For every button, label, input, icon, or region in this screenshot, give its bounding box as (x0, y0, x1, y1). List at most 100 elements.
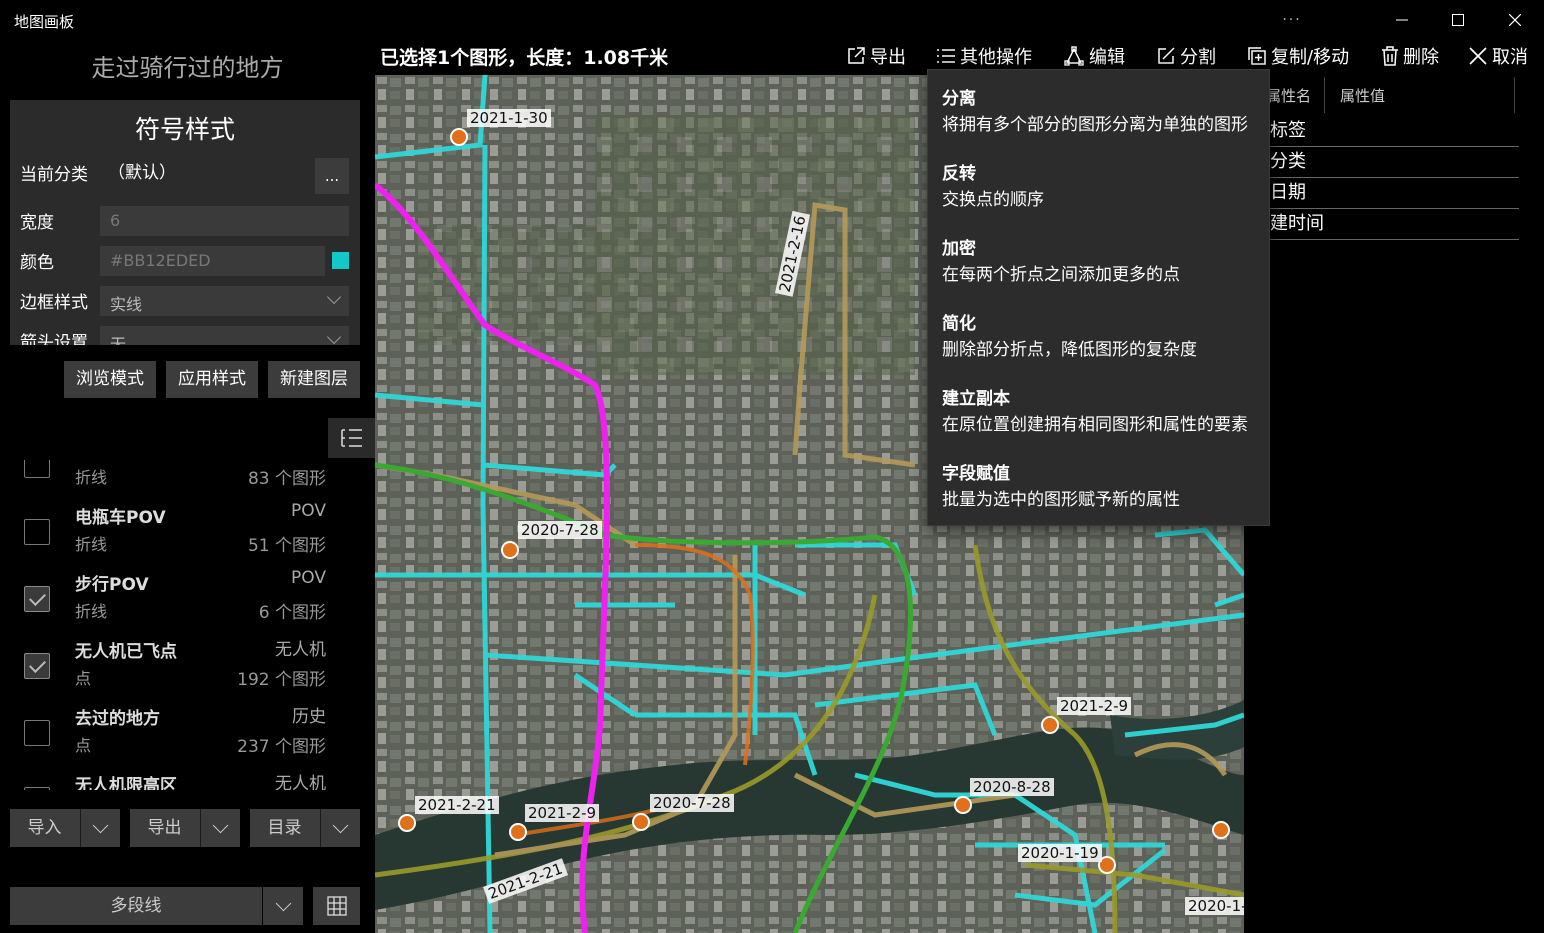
selection-info: 已选择1个图形，长度：1.08千米 (380, 47, 669, 69)
import-dropdown-button[interactable] (80, 809, 120, 847)
layer-group: POV (291, 501, 326, 521)
attribute-row[interactable]: 日期 (1270, 178, 1519, 209)
attribute-name-header: 属性名 (1266, 87, 1312, 105)
export-dropdown-button[interactable] (200, 809, 240, 847)
color-swatch[interactable] (332, 252, 349, 269)
layer-item[interactable]: 步行POV 折线 POV 6 个图形 (0, 564, 375, 631)
delete-button[interactable]: 删除 (1381, 43, 1439, 69)
menu-item-duplicate[interactable]: 建立副本 在原位置创建拥有相同图形和属性的要素 (928, 370, 1269, 445)
left-panel: 走过骑行过的地方 符号样式 当前分类 （默认） ... 宽度 6 颜色 #BB1… (0, 40, 375, 933)
chevron-down-icon (275, 895, 292, 912)
map-date-label: 2020-8-28 (970, 778, 1054, 796)
maximize-button[interactable] (1430, 0, 1486, 40)
grid-icon (326, 896, 347, 916)
edit-button[interactable]: 编辑 (1063, 43, 1125, 69)
layer-visibility-checkbox[interactable] (24, 653, 50, 679)
split-label: 分割 (1180, 47, 1216, 68)
category-more-button[interactable]: ... (315, 158, 349, 194)
border-style-label: 边框样式 (20, 293, 88, 313)
list-icon (937, 49, 955, 63)
layer-visibility-checkbox[interactable] (24, 519, 50, 545)
arrow-setting-label: 箭头设置 (20, 333, 88, 345)
map-date-label: 2020-1- (1185, 897, 1244, 915)
menu-item-description: 在原位置创建拥有相同图形和属性的要素 (942, 415, 1248, 435)
list-icon (340, 429, 362, 447)
copy-add-icon (1248, 47, 1266, 65)
attribute-row[interactable]: 建时间 (1270, 209, 1519, 240)
catalog-button[interactable]: 目录 (250, 809, 319, 847)
title-bar: 地图画板 ··· (0, 0, 1544, 40)
import-button[interactable]: 导入 (10, 809, 79, 847)
close-icon (1469, 47, 1487, 65)
layer-visibility-checkbox[interactable] (24, 586, 50, 612)
width-input[interactable]: 6 (100, 206, 349, 236)
symbol-style-card: 符号样式 当前分类 （默认） ... 宽度 6 颜色 #BB12EDED 边框样… (10, 100, 360, 345)
other-operations-button[interactable]: 其他操作 (936, 43, 1032, 69)
menu-item-separate[interactable]: 分离 将拥有多个部分的图形分离为单独的图形 (928, 70, 1269, 145)
maximize-icon (1452, 14, 1464, 26)
delete-label: 删除 (1403, 47, 1439, 68)
app-title: 地图画板 (14, 13, 75, 31)
layer-group: 无人机 (275, 774, 326, 790)
layer-item[interactable]: 电瓶车POV 折线 POV 51 个图形 (0, 497, 375, 564)
chevron-down-icon (92, 817, 109, 834)
export-split-button: 导出 (130, 809, 240, 847)
attribute-row[interactable]: 分类 (1270, 147, 1519, 178)
map-date-label: 2021-2-21 (415, 796, 499, 814)
split-icon (1158, 47, 1175, 64)
geometry-type-select[interactable]: 多段线 (10, 887, 262, 925)
minimize-button[interactable] (1374, 0, 1430, 40)
menu-item-field-assign[interactable]: 字段赋值 批量为选中的图形赋予新的属性 (928, 445, 1269, 520)
attributes-panel: 属性名 属性值 标签 分类 日期 建时间 (1244, 75, 1544, 933)
layer-name: 无人机已飞点 (75, 642, 177, 662)
layer-item[interactable]: 折线 83 个图形 (0, 460, 375, 497)
arrow-setting-value: 无 (110, 335, 127, 345)
cancel-button[interactable]: 取消 (1468, 43, 1528, 69)
layer-visibility-checkbox[interactable] (24, 460, 50, 478)
menu-item-simplify[interactable]: 简化 删除部分折点，降低图形的复杂度 (928, 295, 1269, 370)
attribute-row[interactable]: 标签 (1270, 116, 1519, 147)
layer-feature-count: 237 个图形 (237, 737, 326, 757)
export-layer-button[interactable]: 导出 (130, 809, 199, 847)
catalog-dropdown-button[interactable] (320, 809, 360, 847)
catalog-split-button: 目录 (250, 809, 360, 847)
menu-item-title: 字段赋值 (942, 464, 1010, 484)
arrow-setting-select[interactable]: 无 (100, 326, 349, 345)
chevron-down-icon (326, 329, 342, 345)
export-button[interactable]: 导出 (846, 43, 906, 69)
layer-feature-count: 6 个图形 (258, 603, 326, 623)
more-options-button[interactable]: ··· (1264, 0, 1320, 40)
border-style-select[interactable]: 实线 (100, 286, 349, 316)
split-button[interactable]: 分割 (1156, 43, 1216, 69)
edit-vertices-icon (1064, 46, 1084, 66)
close-button[interactable] (1487, 0, 1543, 40)
minimize-icon (1396, 19, 1408, 21)
layer-name: 去过的地方 (75, 709, 160, 729)
layer-item[interactable]: 去过的地方 点 历史 237 个图形 (0, 698, 375, 765)
export-label: 导出 (870, 47, 906, 68)
list-view-button[interactable] (328, 418, 375, 458)
geometry-type-dropdown-button[interactable] (263, 887, 303, 925)
copy-move-button[interactable]: 复制/移动 (1247, 43, 1349, 69)
browse-mode-button[interactable]: 浏览模式 (64, 361, 156, 398)
layer-geometry-type: 折线 (75, 602, 108, 621)
copy-move-label: 复制/移动 (1271, 47, 1350, 68)
import-split-button: 导入 (10, 809, 120, 847)
layer-visibility-checkbox[interactable] (24, 720, 50, 746)
layer-item[interactable]: 无人机已飞点 点 无人机 192 个图形 (0, 631, 375, 698)
menu-item-title: 加密 (942, 239, 976, 259)
layer-item[interactable]: 无人机限高区 无人机 (0, 765, 375, 790)
layer-feature-count: 83 个图形 (247, 469, 326, 489)
menu-item-title: 反转 (942, 164, 976, 184)
menu-item-title: 分离 (942, 89, 976, 109)
map-date-label: 2021-2-9 (1057, 697, 1132, 715)
header-divider (1324, 77, 1325, 113)
new-layer-button[interactable]: 新建图层 (268, 361, 360, 398)
grid-button[interactable] (313, 887, 360, 925)
menu-item-densify[interactable]: 加密 在每两个折点之间添加更多的点 (928, 220, 1269, 295)
menu-item-reverse[interactable]: 反转 交换点的顺序 (928, 145, 1269, 220)
apply-style-button[interactable]: 应用样式 (166, 361, 258, 398)
color-input[interactable]: #BB12EDED (100, 246, 325, 276)
layer-visibility-checkbox[interactable] (24, 787, 50, 790)
menu-item-description: 批量为选中的图形赋予新的属性 (942, 490, 1180, 510)
